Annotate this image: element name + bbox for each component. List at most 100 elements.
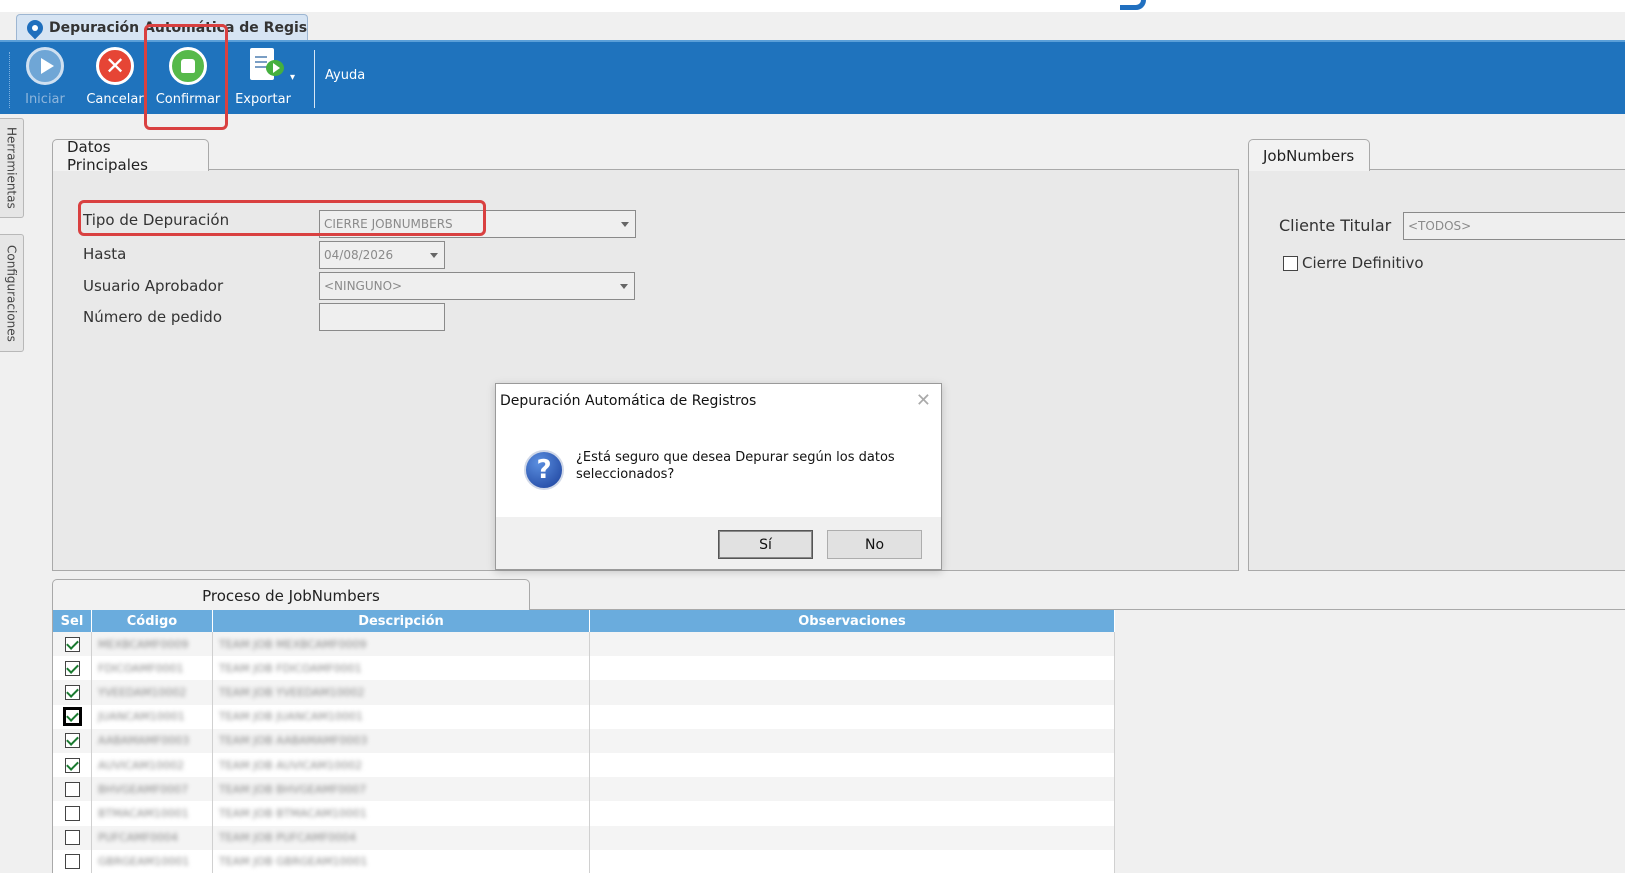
hasta-label: Hasta [83, 245, 127, 263]
codigo-cell: GBRGEAM10001 [92, 849, 213, 873]
descripcion-cell: TEAM JOB FDICOAMF0001 [213, 656, 590, 681]
hasta-date-picker[interactable]: 04/08/2026 [319, 241, 445, 269]
descripcion-cell: TEAM JOB AABAMAMF0003 [213, 728, 590, 753]
row-select-checkbox[interactable] [64, 660, 80, 676]
table-row[interactable]: PUFCAMF0004 TEAM JOB PUFCAMF0004 [53, 825, 1115, 850]
si-button[interactable]: Sí [718, 530, 813, 559]
cliente-titular-value: <TODOS> [1408, 219, 1472, 233]
sel-cell[interactable] [53, 752, 92, 778]
cierre-definitivo-option[interactable]: Cierre Definitivo [1283, 254, 1424, 272]
table-row[interactable]: MEXBCAMF0009 TEAM JOB MEXBCAMF0009 [53, 632, 1115, 657]
tab-proceso-jobnumbers[interactable]: Proceso de JobNumbers [52, 579, 530, 611]
chevron-down-icon [620, 284, 628, 289]
codigo-cell: BTMACAM10001 [92, 801, 213, 826]
row-select-checkbox[interactable] [64, 805, 80, 821]
usuario-aprobador-select[interactable]: <NINGUNO> [319, 272, 635, 300]
ribbon-grip [9, 52, 10, 108]
column-header-sel[interactable]: Sel [53, 610, 92, 632]
ribbon-toolbar: Iniciar ✕ Cancelar Confirmar Exportar ▾ … [0, 40, 1625, 114]
ribbon-separator [314, 50, 315, 108]
observaciones-cell [590, 849, 1115, 873]
cierre-definitivo-checkbox[interactable] [1283, 255, 1298, 271]
sel-cell[interactable] [53, 849, 92, 873]
dialog-body: ? ¿Está seguro que desea Depurar según l… [496, 417, 941, 517]
descripcion-cell: TEAM JOB AUVICAM10002 [213, 752, 590, 778]
sel-cell[interactable] [53, 728, 92, 753]
side-tab-configuraciones[interactable]: Configuraciones [0, 234, 24, 352]
question-icon: ? [524, 450, 564, 490]
play-icon [26, 47, 64, 85]
descripcion-cell: TEAM JOB BHVGEAMF0007 [213, 777, 590, 802]
descripcion-cell: TEAM JOB MEXBCAMF0009 [213, 632, 590, 657]
cliente-titular-label: Cliente Titular [1279, 216, 1392, 235]
cierre-definitivo-label: Cierre Definitivo [1302, 254, 1424, 272]
exportar-label: Exportar [235, 92, 291, 107]
row-select-checkbox[interactable] [64, 830, 80, 846]
observaciones-cell [590, 680, 1115, 705]
descripcion-cell: TEAM JOB GBRGEAM10001 [213, 849, 590, 873]
numero-pedido-input[interactable] [319, 303, 445, 331]
row-select-checkbox[interactable] [64, 684, 80, 700]
row-select-checkbox[interactable] [64, 781, 80, 797]
table-row[interactable]: JUANCAM10001 TEAM JOB JUANCAM10001 [53, 704, 1115, 729]
no-button[interactable]: No [827, 530, 922, 559]
sel-cell[interactable] [53, 801, 92, 826]
usuario-aprobador-label: Usuario Aprobador [83, 277, 224, 295]
table-row[interactable]: GBRGEAM10001 TEAM JOB GBRGEAM10001 [53, 849, 1115, 873]
logo-fragment [1120, 0, 1146, 10]
cancelar-label: Cancelar [86, 92, 144, 107]
close-icon[interactable]: ✕ [916, 390, 931, 411]
sel-cell[interactable] [53, 777, 92, 802]
codigo-cell: MEXBCAMF0009 [92, 632, 213, 657]
chevron-down-icon [430, 253, 438, 258]
codigo-cell: FDICOAMF0001 [92, 656, 213, 681]
codigo-cell: AUVICAM10002 [92, 752, 213, 778]
cancelar-button[interactable]: ✕ Cancelar [85, 46, 145, 112]
row-select-checkbox[interactable] [64, 636, 80, 652]
exportar-dropdown-icon[interactable]: ▾ [290, 72, 295, 83]
jobnumbers-grid: Sel Código Descripción Observaciones MEX… [53, 610, 1115, 873]
sel-cell[interactable] [53, 704, 92, 729]
iniciar-button[interactable]: Iniciar [20, 46, 70, 112]
table-row[interactable]: AABAMAMF0003 TEAM JOB AABAMAMF0003 [53, 728, 1115, 753]
table-row[interactable]: BTMACAM10001 TEAM JOB BTMACAM10001 [53, 801, 1115, 826]
table-row[interactable]: AUVICAM10002 TEAM JOB AUVICAM10002 [53, 752, 1115, 778]
observaciones-cell [590, 752, 1115, 778]
codigo-cell: YVEEDAM10002 [92, 680, 213, 705]
observaciones-cell [590, 825, 1115, 850]
table-row[interactable]: YVEEDAM10002 TEAM JOB YVEEDAM10002 [53, 680, 1115, 705]
export-icon [246, 46, 284, 86]
numero-pedido-label: Número de pedido [83, 308, 223, 326]
column-header-observaciones[interactable]: Observaciones [590, 610, 1115, 632]
column-header-descripcion[interactable]: Descripción [213, 610, 590, 632]
tab-datos-principales[interactable]: Datos Principales [52, 138, 209, 174]
ayuda-label[interactable]: Ayuda [325, 68, 365, 83]
dialog-titlebar: Depuración Automática de Registros ✕ [496, 384, 941, 417]
row-select-checkbox[interactable] [62, 707, 82, 727]
sel-cell[interactable] [53, 632, 92, 657]
chevron-down-icon [621, 222, 629, 227]
sel-cell[interactable] [53, 680, 92, 705]
iniciar-label: Iniciar [25, 92, 65, 107]
cliente-titular-select[interactable]: <TODOS> [1403, 212, 1625, 240]
observaciones-cell [590, 728, 1115, 753]
descripcion-cell: TEAM JOB JUANCAM10001 [213, 704, 590, 729]
exportar-button[interactable]: Exportar [232, 46, 294, 112]
table-row[interactable]: BHVGEAMF0007 TEAM JOB BHVGEAMF0007 [53, 777, 1115, 802]
observaciones-cell [590, 777, 1115, 802]
tab-jobnumbers[interactable]: JobNumbers [1248, 139, 1370, 171]
codigo-cell: BHVGEAMF0007 [92, 777, 213, 802]
codigo-cell: AABAMAMF0003 [92, 728, 213, 753]
row-select-checkbox[interactable] [64, 733, 80, 749]
table-row[interactable]: FDICOAMF0001 TEAM JOB FDICOAMF0001 [53, 656, 1115, 681]
row-select-checkbox[interactable] [64, 757, 80, 773]
row-select-checkbox[interactable] [64, 854, 80, 870]
sel-cell[interactable] [53, 825, 92, 850]
tipo-depuracion-highlight [78, 200, 486, 236]
column-header-codigo[interactable]: Código [92, 610, 213, 632]
sel-cell[interactable] [53, 656, 92, 681]
descripcion-cell: TEAM JOB YVEEDAM10002 [213, 680, 590, 705]
codigo-cell: JUANCAM10001 [92, 704, 213, 729]
side-tab-herramientas[interactable]: Herramientas [0, 118, 24, 218]
top-strip [0, 0, 1625, 12]
